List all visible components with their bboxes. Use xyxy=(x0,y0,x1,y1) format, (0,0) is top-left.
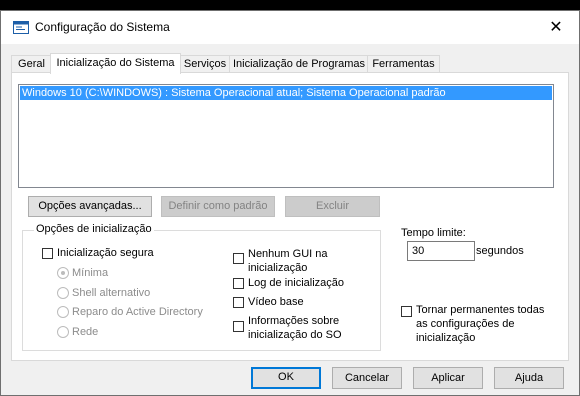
radio-alternate-shell-label: Shell alternativo xyxy=(72,287,151,299)
timeout-input[interactable]: 30 xyxy=(407,241,475,261)
os-boot-info-checkbox[interactable] xyxy=(233,321,244,332)
safe-boot-label: Inicialização segura xyxy=(57,247,154,259)
tab-tools[interactable]: Ferramentas xyxy=(367,55,440,73)
no-gui-boot-label-line1: Nenhum GUI na xyxy=(248,248,328,260)
base-video-checkbox[interactable] xyxy=(233,297,244,308)
title-bar: Configuração do Sistema ✕ xyxy=(1,11,579,44)
ok-button[interactable]: OK xyxy=(251,367,321,389)
safe-boot-checkbox[interactable] xyxy=(42,248,53,259)
tab-startup[interactable]: Inicialização de Programas xyxy=(229,55,369,73)
boot-log-label: Log de inicialização xyxy=(248,277,345,289)
delete-button[interactable]: Excluir xyxy=(285,196,380,217)
radio-network-label: Rede xyxy=(72,326,99,338)
os-list[interactable]: Windows 10 (C:\WINDOWS) : Sistema Operac… xyxy=(18,84,554,188)
radio-active-directory-repair-label: Reparo do Active Directory xyxy=(72,306,203,318)
help-button[interactable]: Ajuda xyxy=(494,367,564,389)
tab-services[interactable]: Serviços xyxy=(179,55,231,73)
os-boot-info-label-line2: inicialização do SO xyxy=(248,329,342,341)
tab-general[interactable]: Geral xyxy=(11,55,52,73)
no-gui-boot-checkbox[interactable] xyxy=(233,253,244,264)
apply-button[interactable]: Aplicar xyxy=(413,367,483,389)
no-gui-boot-label-line2: inicialização xyxy=(248,262,308,274)
radio-network[interactable] xyxy=(57,326,69,338)
boot-options-label: Opções de inicialização xyxy=(34,223,154,235)
make-permanent-label-line1: Tornar permanentes todas xyxy=(416,304,545,316)
system-configuration-window: Configuração do Sistema ✕ Geral Iniciali… xyxy=(0,10,580,396)
make-permanent-checkbox[interactable] xyxy=(401,306,412,317)
make-permanent-label-line3: inicialização xyxy=(416,332,476,344)
os-list-item-selected[interactable]: Windows 10 (C:\WINDOWS) : Sistema Operac… xyxy=(20,86,552,100)
base-video-label: Vídeo base xyxy=(248,296,304,308)
boot-log-checkbox[interactable] xyxy=(233,278,244,289)
timeout-unit-label: segundos xyxy=(476,245,524,257)
radio-active-directory-repair[interactable] xyxy=(57,306,69,318)
msconfig-app-icon xyxy=(13,21,29,34)
make-permanent-label-line2: as configurações de xyxy=(416,318,515,330)
radio-minimal[interactable] xyxy=(57,267,69,279)
window-title: Configuração do Sistema xyxy=(35,20,170,34)
os-boot-info-label-line1: Informações sobre xyxy=(248,315,340,327)
timeout-label: Tempo limite: xyxy=(401,227,466,239)
advanced-options-button[interactable]: Opções avançadas... xyxy=(28,196,152,217)
close-icon[interactable]: ✕ xyxy=(533,11,579,43)
set-default-button[interactable]: Definir como padrão xyxy=(161,196,275,217)
cancel-button[interactable]: Cancelar xyxy=(332,367,402,389)
tab-boot[interactable]: Inicialização do Sistema xyxy=(50,53,181,74)
radio-minimal-label: Mínima xyxy=(72,267,109,279)
radio-alternate-shell[interactable] xyxy=(57,287,69,299)
